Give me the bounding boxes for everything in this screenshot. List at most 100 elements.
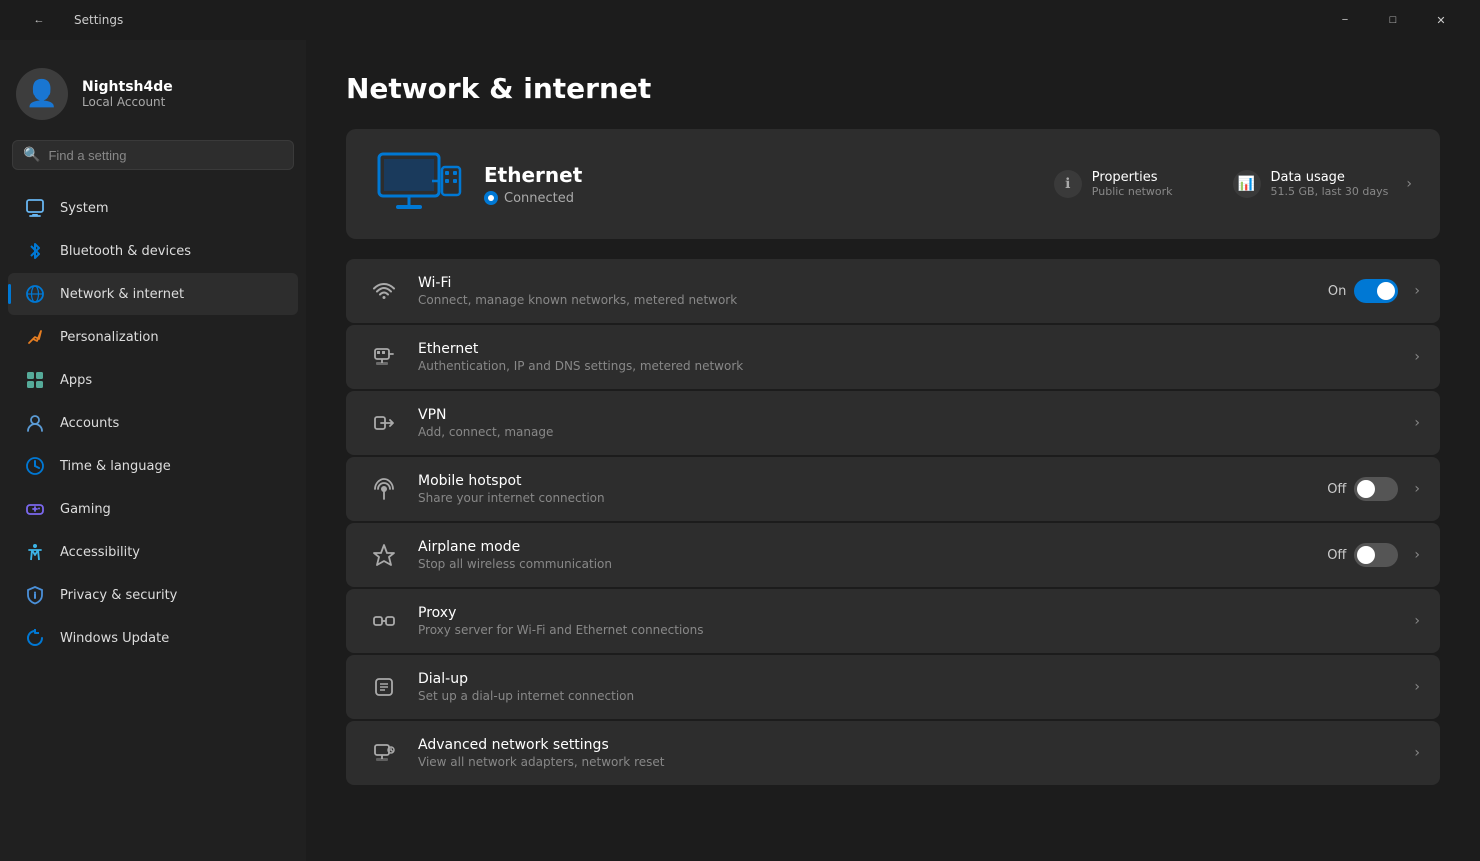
properties-sub: Public network <box>1092 185 1173 198</box>
hotspot-label: Mobile hotspot <box>418 473 1311 489</box>
settings-item-wifi[interactable]: Wi-Fi Connect, manage known networks, me… <box>346 259 1440 323</box>
vpn-icon <box>366 405 402 441</box>
hotspot-toggle-thumb <box>1357 480 1375 498</box>
sidebar-item-network[interactable]: Network & internet <box>8 273 298 315</box>
wifi-toggle[interactable] <box>1354 279 1398 303</box>
ethernet-name: Ethernet <box>484 163 1034 187</box>
personalization-nav-label: Personalization <box>60 330 159 345</box>
settings-list: Wi-Fi Connect, manage known networks, me… <box>346 259 1440 785</box>
hotspot-toggle[interactable] <box>1354 477 1398 501</box>
data-usage-chevron-right-icon: › <box>1406 176 1412 192</box>
ethernet-properties: ℹ Properties Public network 📊 Data usage… <box>1054 170 1412 198</box>
wifi-chevron-right-icon: › <box>1414 283 1420 299</box>
ethernet-info: Ethernet Connected <box>484 163 1034 206</box>
advanced-desc: View all network adapters, network reset <box>418 755 1390 769</box>
dialup-label: Dial-up <box>418 671 1390 687</box>
bluetooth-nav-label: Bluetooth & devices <box>60 244 191 259</box>
proxy-desc: Proxy server for Wi-Fi and Ethernet conn… <box>418 623 1390 637</box>
time-nav-icon <box>24 455 46 477</box>
personalization-nav-icon <box>24 326 46 348</box>
network-nav-icon <box>24 283 46 305</box>
airplane-right: Off › <box>1327 543 1420 567</box>
titlebar-left: ← Settings <box>16 0 123 40</box>
airplane-desc: Stop all wireless communication <box>418 557 1311 571</box>
connected-indicator <box>484 191 498 205</box>
titlebar: ← Settings − □ ✕ <box>0 0 1480 40</box>
wifi-desc: Connect, manage known networks, metered … <box>418 293 1312 307</box>
properties-icon: ℹ <box>1054 170 1082 198</box>
sidebar-item-update[interactable]: Windows Update <box>8 617 298 659</box>
sidebar-nav: System Bluetooth & devices Network & int… <box>0 186 306 660</box>
wifi-toggle-thumb <box>1377 282 1395 300</box>
ethernet-desc: Authentication, IP and DNS settings, met… <box>418 359 1390 373</box>
properties-link[interactable]: ℹ Properties Public network <box>1054 170 1173 198</box>
vpn-chevron-right-icon: › <box>1414 415 1420 431</box>
accessibility-nav-icon <box>24 541 46 563</box>
system-nav-label: System <box>60 201 108 216</box>
dialup-chevron-right-icon: › <box>1414 679 1420 695</box>
ethernet-status-text: Connected <box>504 191 574 206</box>
hotspot-toggle-label: Off <box>1327 482 1346 497</box>
airplane-icon <box>366 537 402 573</box>
airplane-label: Airplane mode <box>418 539 1311 555</box>
sidebar-item-personalization[interactable]: Personalization <box>8 316 298 358</box>
apps-nav-label: Apps <box>60 373 92 388</box>
sidebar-item-time[interactable]: Time & language <box>8 445 298 487</box>
settings-item-airplane[interactable]: Airplane mode Stop all wireless communic… <box>346 523 1440 587</box>
gaming-nav-label: Gaming <box>60 502 111 517</box>
vpn-desc: Add, connect, manage <box>418 425 1390 439</box>
time-nav-label: Time & language <box>60 459 171 474</box>
bluetooth-nav-icon <box>24 240 46 262</box>
minimize-button[interactable]: − <box>1322 0 1368 40</box>
data-usage-label: Data usage <box>1271 170 1389 185</box>
sidebar-item-system[interactable]: System <box>8 187 298 229</box>
hotspot-chevron-right-icon: › <box>1414 481 1420 497</box>
settings-item-advanced[interactable]: Advanced network settings View all netwo… <box>346 721 1440 785</box>
maximize-button[interactable]: □ <box>1370 0 1416 40</box>
back-button[interactable]: ← <box>16 0 62 40</box>
close-button[interactable]: ✕ <box>1418 0 1464 40</box>
ethernet-chevron-right-icon: › <box>1414 349 1420 365</box>
sidebar: 👤 Nightsh4de Local Account 🔍 System Blue… <box>0 40 306 861</box>
app-container: 👤 Nightsh4de Local Account 🔍 System Blue… <box>0 40 1480 861</box>
airplane-chevron-right-icon: › <box>1414 547 1420 563</box>
privacy-nav-icon <box>24 584 46 606</box>
hotspot-right: Off › <box>1327 477 1420 501</box>
data-usage-link[interactable]: 📊 Data usage 51.5 GB, last 30 days › <box>1233 170 1412 198</box>
network-nav-label: Network & internet <box>60 287 184 302</box>
sidebar-item-gaming[interactable]: Gaming <box>8 488 298 530</box>
search-box[interactable]: 🔍 <box>12 140 294 170</box>
sidebar-item-accounts[interactable]: Accounts <box>8 402 298 444</box>
advanced-text: Advanced network settings View all netwo… <box>418 737 1390 769</box>
settings-item-vpn[interactable]: VPN Add, connect, manage › <box>346 391 1440 455</box>
settings-item-dialup[interactable]: Dial-up Set up a dial-up internet connec… <box>346 655 1440 719</box>
airplane-toggle[interactable] <box>1354 543 1398 567</box>
hotspot-icon <box>366 471 402 507</box>
vpn-text: VPN Add, connect, manage <box>418 407 1390 439</box>
titlebar-title: Settings <box>74 13 123 27</box>
accounts-nav-label: Accounts <box>60 416 119 431</box>
sidebar-item-apps[interactable]: Apps <box>8 359 298 401</box>
user-account-type: Local Account <box>82 95 173 109</box>
search-input[interactable] <box>48 148 283 163</box>
ethernet-hero: Ethernet Connected ℹ Properties Public n… <box>346 129 1440 239</box>
airplane-toggle-label: Off <box>1327 548 1346 563</box>
proxy-label: Proxy <box>418 605 1390 621</box>
vpn-label: VPN <box>418 407 1390 423</box>
update-nav-label: Windows Update <box>60 631 169 646</box>
avatar: 👤 <box>16 68 68 120</box>
titlebar-controls: − □ ✕ <box>1322 0 1464 40</box>
data-usage-sub: 51.5 GB, last 30 days <box>1271 185 1389 198</box>
sidebar-item-privacy[interactable]: Privacy & security <box>8 574 298 616</box>
settings-item-hotspot[interactable]: Mobile hotspot Share your internet conne… <box>346 457 1440 521</box>
search-icon: 🔍 <box>23 147 40 163</box>
page-title: Network & internet <box>346 72 1440 105</box>
settings-item-ethernet[interactable]: Ethernet Authentication, IP and DNS sett… <box>346 325 1440 389</box>
sidebar-item-accessibility[interactable]: Accessibility <box>8 531 298 573</box>
sidebar-item-bluetooth[interactable]: Bluetooth & devices <box>8 230 298 272</box>
settings-item-proxy[interactable]: Proxy Proxy server for Wi-Fi and Etherne… <box>346 589 1440 653</box>
advanced-chevron-right-icon: › <box>1414 745 1420 761</box>
hotspot-desc: Share your internet connection <box>418 491 1311 505</box>
user-name: Nightsh4de <box>82 79 173 95</box>
update-nav-icon <box>24 627 46 649</box>
